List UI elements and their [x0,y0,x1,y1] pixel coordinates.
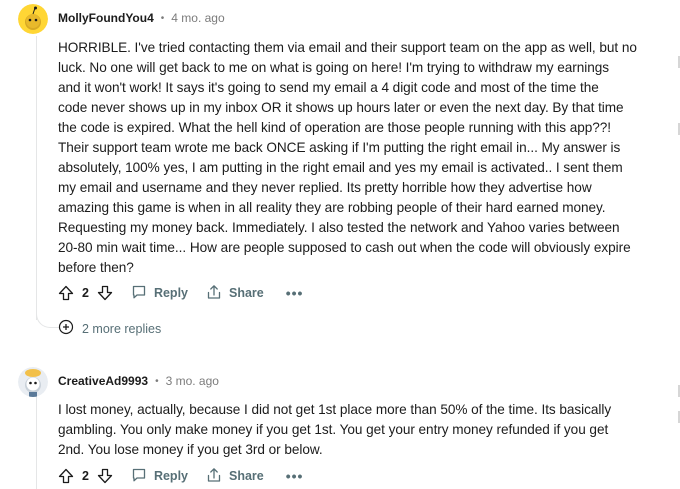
more-replies-label: 2 more replies [82,321,162,336]
yellow-snoo-avatar-icon[interactable] [18,4,48,34]
gray-snoo-avatar-icon[interactable] [18,367,48,397]
comment-actions: 2 Reply Share ••• [58,464,303,488]
separator-dot: • [160,12,165,24]
share-button[interactable]: Share [206,284,264,303]
comment-body: HORRIBLE. I've tried contacting them via… [58,40,637,275]
vote-count: 2 [82,286,89,300]
comment-header: CreativeAd9993 • 3 mo. ago [58,374,219,388]
reply-button[interactable]: Reply [131,284,188,303]
thread-line [36,36,37,320]
comment-actions: 2 Reply Share ••• [58,281,303,305]
username[interactable]: CreativeAd9993 [58,374,148,388]
separator-dot: • [155,375,159,387]
plus-circle-icon [58,319,82,338]
comment-bubble-icon [131,284,154,303]
share-label: Share [229,469,264,483]
timestamp[interactable]: 3 mo. ago [166,374,219,388]
comment-body: I lost money, actually, because I did no… [58,402,612,457]
reply-label: Reply [153,469,188,483]
share-button[interactable]: Share [206,467,264,486]
upvote-arrow-icon[interactable] [58,468,74,484]
share-icon [206,284,229,303]
username[interactable]: MollyFoundYou4 [58,11,154,25]
timestamp[interactable]: 4 mo. ago [171,11,224,25]
comment-bubble-icon [131,467,154,486]
share-label: Share [229,286,264,300]
vote-control: 2 [58,468,113,484]
upvote-arrow-icon[interactable] [58,285,74,301]
reply-label: Reply [153,286,188,300]
vote-count: 2 [82,469,89,483]
downvote-arrow-icon[interactable] [97,285,113,301]
downvote-arrow-icon[interactable] [97,468,113,484]
thread-connector [36,305,59,328]
comment-header: MollyFoundYou4 • 4 mo. ago [58,11,225,25]
more-options-button[interactable]: ••• [286,469,304,483]
more-options-button[interactable]: ••• [286,286,304,300]
thread-line [36,395,37,489]
share-icon [206,467,229,486]
vote-control: 2 [58,285,113,301]
reply-button[interactable]: Reply [131,467,188,486]
more-replies-link[interactable]: 2 more replies [58,319,161,338]
